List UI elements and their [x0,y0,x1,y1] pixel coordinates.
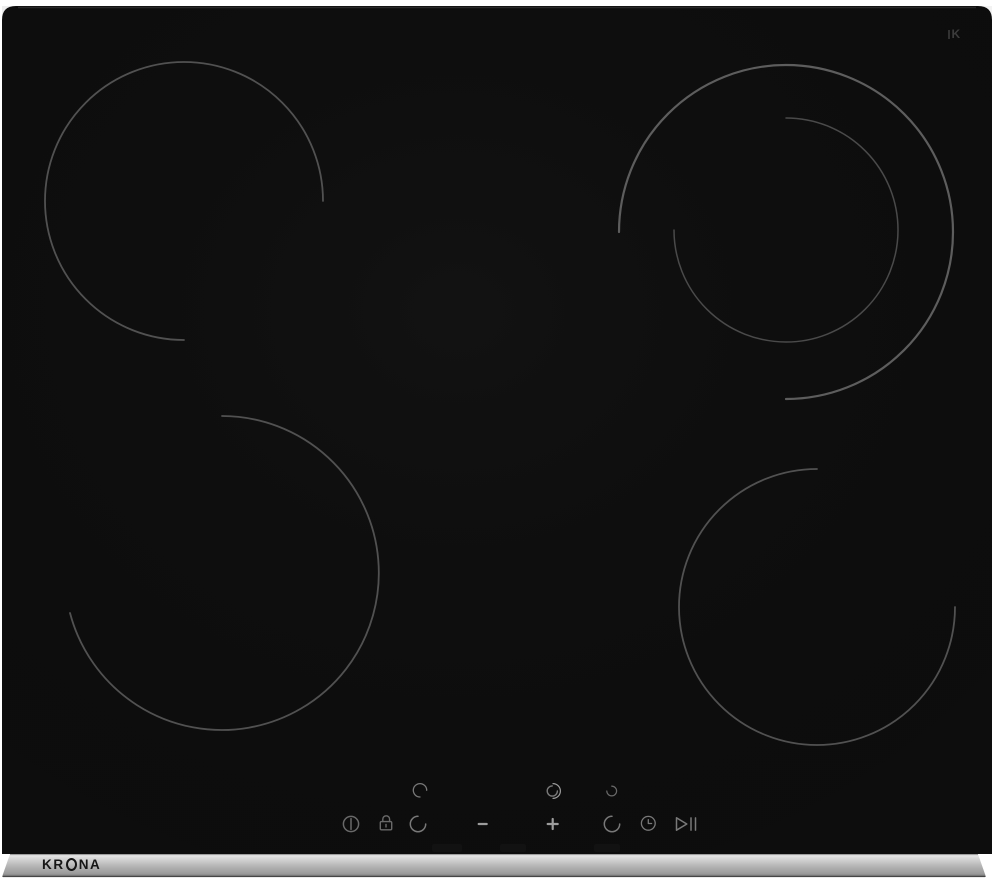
brand-logo-o-ring-icon [66,858,77,871]
brand-logo: KR NA [42,855,101,874]
corner-etch-tick [948,30,950,39]
steel-trim [2,854,986,877]
cooktop-canvas [0,0,1000,880]
reflection-blob [432,844,462,852]
corner-etch-k: K [952,27,961,41]
brand-logo-right: NA [79,857,102,872]
corner-etch-mark: K [948,27,960,41]
brand-logo-left: KR [42,857,65,872]
reflection-blob [500,844,526,852]
cooktop-photo: KR NA K [0,0,1000,880]
reflection-blob [594,844,620,852]
